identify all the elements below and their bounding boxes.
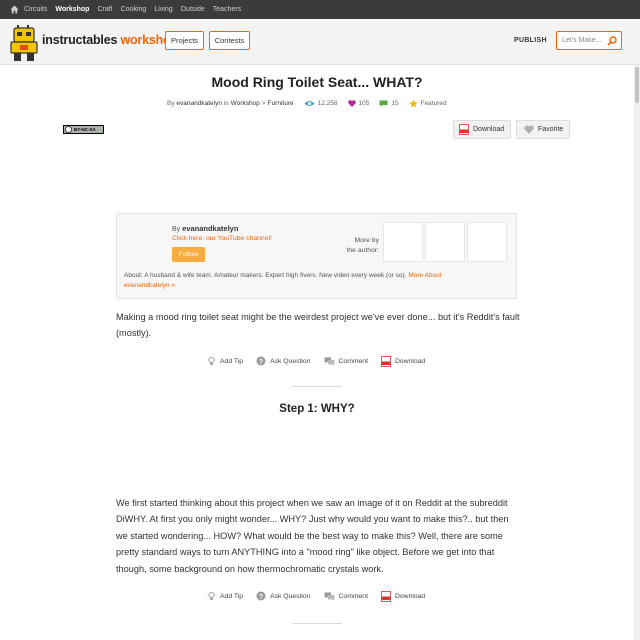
nav-living[interactable]: Living <box>154 6 172 13</box>
lightbulb-icon <box>207 591 216 600</box>
author-name-link[interactable]: evanandkatelyn <box>182 224 238 233</box>
search-icon[interactable] <box>607 36 617 46</box>
site-logo-text[interactable]: instructables workshop <box>42 33 178 47</box>
download-button[interactable]: Download <box>453 120 511 139</box>
author-project-thumbnail[interactable] <box>425 222 465 262</box>
section-divider <box>292 623 342 624</box>
ask-question-button[interactable]: ? Ask Question <box>256 591 311 601</box>
nav-circuits[interactable]: Circuits <box>24 6 47 13</box>
nav-workshop[interactable]: Workshop <box>55 6 89 13</box>
nav-outside[interactable]: Outside <box>181 6 205 13</box>
download-label: Download <box>394 357 426 365</box>
comments-count: 15 <box>391 99 399 107</box>
favorites-stat: 105 <box>347 99 370 107</box>
instructables-robot-logo[interactable] <box>9 24 39 62</box>
svg-text:?: ? <box>259 594 263 601</box>
views-stat: 12,258 <box>304 100 338 107</box>
byline-in: in <box>223 99 229 107</box>
article-title: Mood Ring Toilet Seat... WHAT? <box>211 74 423 90</box>
cc-icon <box>65 126 72 133</box>
more-by-author-label: More by the author: <box>332 236 380 256</box>
heart-icon <box>347 99 356 107</box>
featured-label: Featured <box>420 99 447 107</box>
author-by-prefix: By <box>172 226 181 233</box>
top-category-nav: Circuits Workshop Craft Cooking Living O… <box>0 0 640 19</box>
views-icon <box>304 100 315 106</box>
site-header: instructables workshop Projects Contests… <box>0 19 640 65</box>
favorite-label: Favorite <box>538 126 564 133</box>
search-placeholder: Let's Make... <box>562 37 602 44</box>
download-button[interactable]: Download <box>381 355 426 367</box>
comment-button[interactable]: Comment <box>324 592 368 601</box>
follow-button[interactable]: Follow <box>172 247 205 262</box>
ask-question-label: Ask Question <box>270 357 311 365</box>
license-text: BY-NC-SA <box>74 127 96 132</box>
step-title: Step 1: WHY? <box>279 403 355 415</box>
comment-bubble-icon <box>379 100 388 107</box>
creative-commons-license-badge[interactable]: BY-NC-SA <box>63 125 104 134</box>
svg-text:?: ? <box>259 359 263 366</box>
heart-icon <box>524 125 534 134</box>
byline-author-link[interactable]: evanandkatelyn <box>176 100 222 107</box>
download-label: Download <box>394 592 426 600</box>
add-tip-button[interactable]: Add Tip <box>207 356 243 366</box>
step-paragraph: We first started thinking about this pro… <box>116 498 509 574</box>
projects-button[interactable]: Projects <box>165 31 204 50</box>
comment-button[interactable]: Comment <box>324 357 368 366</box>
section-divider <box>292 386 342 387</box>
star-icon <box>408 98 418 108</box>
step-action-bar: Add Tip ? Ask Question Comment Download <box>207 590 438 602</box>
author-project-thumbnail[interactable] <box>467 222 507 262</box>
favorites-count: 105 <box>358 99 370 107</box>
ask-question-label: Ask Question <box>270 592 311 600</box>
add-tip-button[interactable]: Add Tip <box>207 591 243 601</box>
more-by-line1: More by <box>354 237 379 244</box>
views-count: 12,258 <box>317 99 338 107</box>
nav-craft[interactable]: Craft <box>97 6 112 13</box>
comment-label: Comment <box>338 592 368 600</box>
author-about: About: A husband & wife team. Amateur ma… <box>124 271 484 291</box>
pdf-icon <box>381 590 391 602</box>
lightbulb-icon <box>207 356 216 365</box>
comment-bubble-icon <box>324 357 334 366</box>
nav-teachers[interactable]: Teachers <box>213 6 241 13</box>
about-text: About: A husband & wife team. Amateur ma… <box>124 272 409 279</box>
pdf-icon <box>381 355 391 367</box>
byline-subcategory-link[interactable]: Furniture <box>268 100 294 107</box>
download-label: Download <box>473 126 505 133</box>
pdf-icon <box>459 124 469 135</box>
comment-label: Comment <box>338 357 368 365</box>
add-tip-label: Add Tip <box>220 592 244 600</box>
more-by-line2: the author: <box>346 247 380 254</box>
contests-button[interactable]: Contests <box>209 31 250 50</box>
home-icon[interactable] <box>10 5 19 14</box>
scrollbar-thumb[interactable] <box>635 67 639 103</box>
featured-badge: Featured <box>408 98 447 108</box>
author-byline: By evanandkatelyn <box>172 224 238 233</box>
author-project-thumbnail[interactable] <box>383 222 423 262</box>
comment-bubble-icon <box>324 592 334 601</box>
youtube-channel-link[interactable]: Click here: our YouTube channel! <box>172 235 272 242</box>
download-button[interactable]: Download <box>381 590 426 602</box>
comments-stat: 15 <box>379 99 399 107</box>
article-byline: By evanandkatelyn in Workshop > Furnitur… <box>167 98 447 108</box>
ask-question-button[interactable]: ? Ask Question <box>256 356 311 366</box>
nav-cooking[interactable]: Cooking <box>121 6 147 13</box>
breadcrumb-separator: > <box>261 99 266 107</box>
intro-paragraph: Making a mood ring toilet seat might be … <box>116 312 520 339</box>
add-tip-label: Add Tip <box>220 357 244 365</box>
favorite-button[interactable]: Favorite <box>516 120 570 139</box>
page-scrollbar[interactable] <box>634 65 640 640</box>
intro-action-bar: Add Tip ? Ask Question Comment Download <box>207 355 438 367</box>
logo-word-instructables: instructables <box>42 33 118 47</box>
byline-category-link[interactable]: Workshop <box>231 100 260 107</box>
publish-link[interactable]: PUBLISH <box>514 37 547 44</box>
author-info-box: By evanandkatelyn Click here: our YouTub… <box>116 213 517 299</box>
question-icon: ? <box>256 356 266 366</box>
byline-by: By <box>167 99 175 107</box>
search-input[interactable]: Let's Make... <box>556 31 622 50</box>
question-icon: ? <box>256 591 266 601</box>
